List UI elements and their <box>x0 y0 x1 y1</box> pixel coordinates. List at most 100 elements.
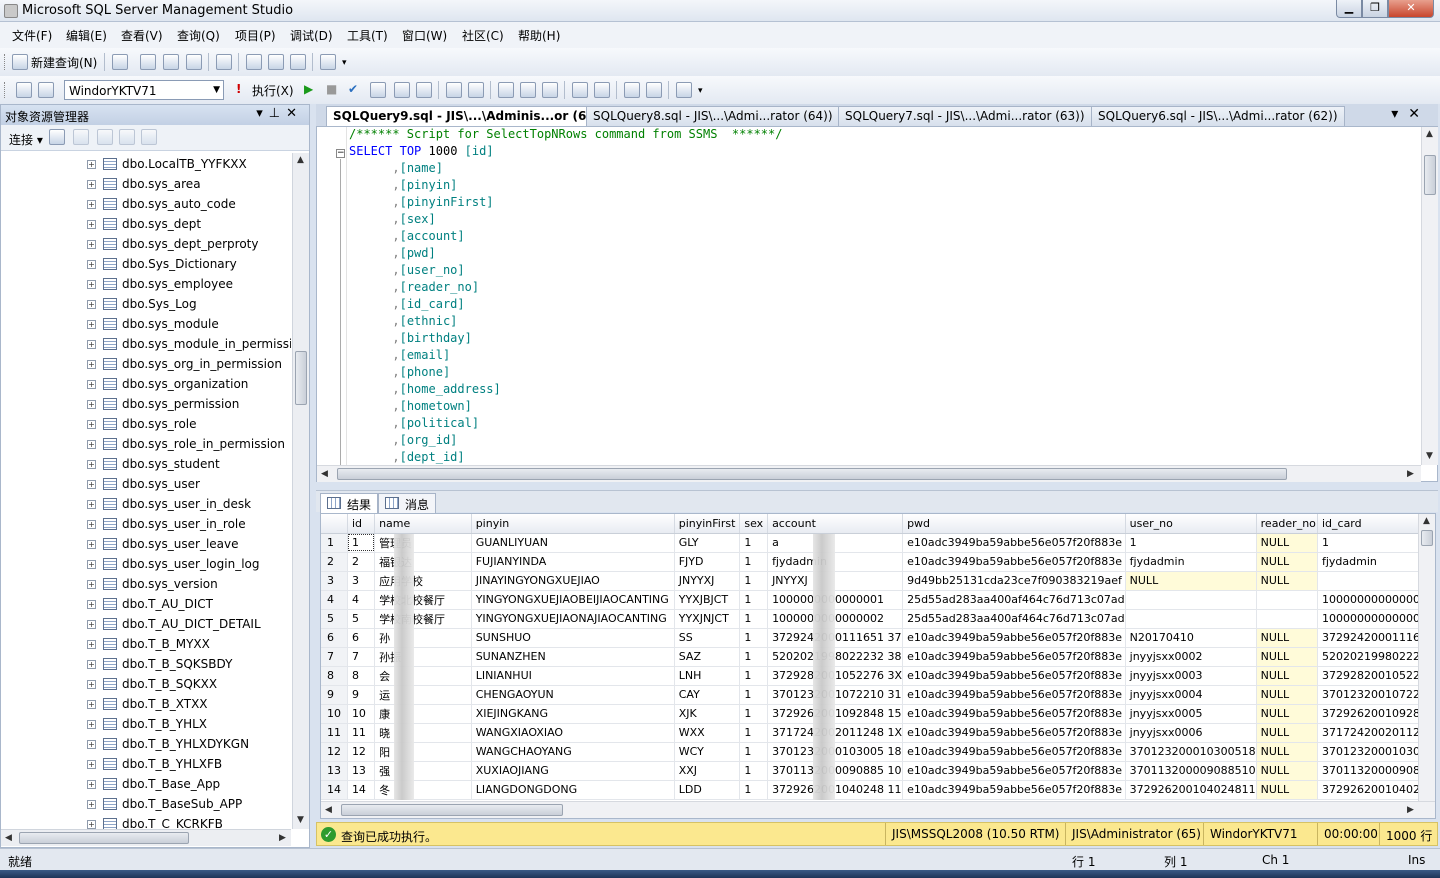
expand-icon[interactable]: + <box>87 420 96 429</box>
grid-cell[interactable]: 1 <box>739 666 769 686</box>
grid-cell[interactable]: 1 <box>739 780 769 800</box>
expand-icon[interactable]: + <box>87 760 96 769</box>
row-number[interactable]: 2 <box>321 552 348 572</box>
grid-cell[interactable]: fjydadmin <box>1125 552 1257 572</box>
grid-cell[interactable]: 12 <box>347 742 376 762</box>
grid-cell[interactable]: NULL <box>1256 628 1318 648</box>
expand-icon[interactable]: + <box>87 700 96 709</box>
row-number[interactable]: 13 <box>321 761 348 781</box>
expand-icon[interactable]: + <box>87 640 96 649</box>
grid-cell[interactable]: e10adc3949ba59abbe56e057f20f883e <box>902 704 1126 724</box>
grid-cell[interactable]: 1 <box>1125 533 1257 553</box>
grid-cell[interactable]: 晓 <box>374 723 472 743</box>
estimated-plan-icon[interactable] <box>370 82 386 98</box>
tab-results[interactable]: 结果 <box>320 493 379 513</box>
grid-cell[interactable]: GUANLIYUAN <box>471 533 675 553</box>
new-file-icon[interactable] <box>216 54 232 70</box>
grid-cell[interactable]: SUNANZHEN <box>471 647 675 667</box>
tab-dropdown-close-icons[interactable]: ▾✕ <box>1391 106 1430 122</box>
menu-tools[interactable]: 工具(T) <box>347 27 388 44</box>
close-button[interactable]: ✕ <box>1388 0 1434 18</box>
grid-cell[interactable]: WCY <box>674 742 741 762</box>
tab-messages[interactable]: 消息 <box>378 493 437 513</box>
toolbar-overflow-icon[interactable]: ▾ <box>342 58 347 68</box>
tree-horizontal-scrollbar[interactable]: ◀ ▶ <box>1 829 291 846</box>
analysis-query-icon[interactable] <box>140 54 156 70</box>
expand-icon[interactable]: + <box>87 800 96 809</box>
grid-cell[interactable]: e10adc3949ba59abbe56e057f20f883e <box>902 666 1126 686</box>
scroll-thumb[interactable] <box>1424 155 1436 195</box>
row-number[interactable]: 1 <box>321 533 348 553</box>
table-row[interactable]: 33应用学校JINAYINGYONGXUEJIAOJNYYXJ1JNYYXJ9d… <box>321 571 1435 591</box>
connect-server-icon[interactable] <box>49 129 65 145</box>
grid-cell[interactable] <box>1125 590 1257 610</box>
grid-cell[interactable]: 1000000000000000 <box>1317 609 1435 629</box>
grid-cell[interactable]: NULL <box>1256 704 1318 724</box>
grid-cell[interactable]: 冬 <box>374 780 472 800</box>
row-number[interactable]: 9 <box>321 685 348 705</box>
column-header[interactable]: pinyin <box>471 514 675 534</box>
grid-cell[interactable]: 372926200104024811 <box>1125 780 1257 800</box>
grid-cell[interactable]: XIEJINGKANG <box>471 704 675 724</box>
row-number[interactable]: 5 <box>321 609 348 629</box>
grid-cell[interactable]: JNYYXJ <box>674 571 741 591</box>
expand-icon[interactable]: + <box>87 520 96 529</box>
scroll-thumb[interactable] <box>1421 530 1433 546</box>
grid-cell[interactable]: 1 <box>739 571 769 591</box>
table-row[interactable]: 8 8 会 LINIANHUI LNH 1 3729282001052276 3X e10ad… <box>321 666 1435 686</box>
grid-cell[interactable]: 1 <box>739 628 769 648</box>
tab-sqlquery6[interactable]: SQLQuery6.sql - JIS\...\Admi...rator (62… <box>1091 106 1345 126</box>
grid-cell[interactable]: 1 <box>347 533 376 553</box>
row-number[interactable]: 10 <box>321 704 348 724</box>
menu-project[interactable]: 项目(P) <box>235 27 276 44</box>
grid-cell[interactable]: JINAYINGYONGXUEJIAO <box>471 571 675 591</box>
grid-cell[interactable]: 强 <box>374 761 472 781</box>
connect-button[interactable]: 连接 ▾ <box>9 131 43 148</box>
maximize-button[interactable]: ❐ <box>1362 0 1388 18</box>
grid-cell[interactable]: jnyyjsxx0004 <box>1125 685 1257 705</box>
expand-icon[interactable]: + <box>87 360 96 369</box>
grid-cell[interactable]: NULL <box>1256 552 1318 572</box>
grid-cell[interactable]: 应用学校 <box>374 571 472 591</box>
table-row[interactable]: 55学校南校餐厅YINGYONGXUEJIAONAJIAOCANTINGYYXJ… <box>321 609 1435 629</box>
grid-cell[interactable]: 3729282001052276 3X <box>767 666 904 686</box>
panel-pin-close-icons[interactable]: ▾⊥✕ <box>256 106 303 121</box>
expand-icon[interactable]: + <box>87 380 96 389</box>
grid-cell[interactable]: 1 <box>739 590 769 610</box>
grid-cell[interactable]: 康 <box>374 704 472 724</box>
grid-cell[interactable]: 8 <box>347 666 376 686</box>
column-header[interactable] <box>321 514 348 534</box>
grid-cell[interactable]: 1 <box>739 609 769 629</box>
menu-query[interactable]: 查询(Q) <box>177 27 220 44</box>
grid-cell[interactable]: CAY <box>674 685 741 705</box>
grid-cell[interactable]: 1 <box>1317 533 1435 553</box>
grid-cell[interactable]: YYXJNJCT <box>674 609 741 629</box>
row-number[interactable]: 8 <box>321 666 348 686</box>
expand-icon[interactable]: + <box>87 320 96 329</box>
expand-icon[interactable]: + <box>87 340 96 349</box>
refresh-icon[interactable] <box>141 129 157 145</box>
row-number[interactable]: 11 <box>321 723 348 743</box>
grid-cell[interactable]: 孙 <box>374 628 472 648</box>
grid-cell[interactable]: N20170410 <box>1125 628 1257 648</box>
grid-cell[interactable]: 3729262001092848 <box>1317 704 1435 724</box>
grid-cell[interactable]: YINGYONGXUEJIAOBEIJIAOCANTING <box>471 590 675 610</box>
grid-cell[interactable]: 3729242000111651 37 <box>767 628 904 648</box>
editor-vertical-scrollbar[interactable]: ▲ ▼ <box>1421 127 1438 465</box>
expand-icon[interactable]: + <box>87 500 96 509</box>
grid-cell[interactable]: e10adc3949ba59abbe56e057f20f883e <box>902 761 1126 781</box>
expand-icon[interactable]: + <box>87 300 96 309</box>
grid-horizontal-scrollbar[interactable]: ◀ ▶ <box>321 801 1435 818</box>
disconnect-icon[interactable] <box>73 129 89 145</box>
grid-cell[interactable]: WANGXIAOXIAO <box>471 723 675 743</box>
menu-window[interactable]: 窗口(W) <box>402 27 447 44</box>
grid-cell[interactable]: LINIANHUI <box>471 666 675 686</box>
activity-monitor-icon[interactable] <box>320 54 336 70</box>
grid-cell[interactable]: 3729282001052276 <box>1317 666 1435 686</box>
mdx-query-icon[interactable] <box>163 54 179 70</box>
grid-cell[interactable]: GLY <box>674 533 741 553</box>
editor-horizontal-scrollbar[interactable]: ◀ ▶ <box>317 465 1421 482</box>
grid-cell[interactable]: NULL <box>1256 761 1318 781</box>
table-row[interactable]: 9 9 运 CHENGAOYUN CAY 1 3701232001072210 31 e10a… <box>321 685 1435 705</box>
scroll-left-icon[interactable]: ◀ <box>325 805 332 815</box>
